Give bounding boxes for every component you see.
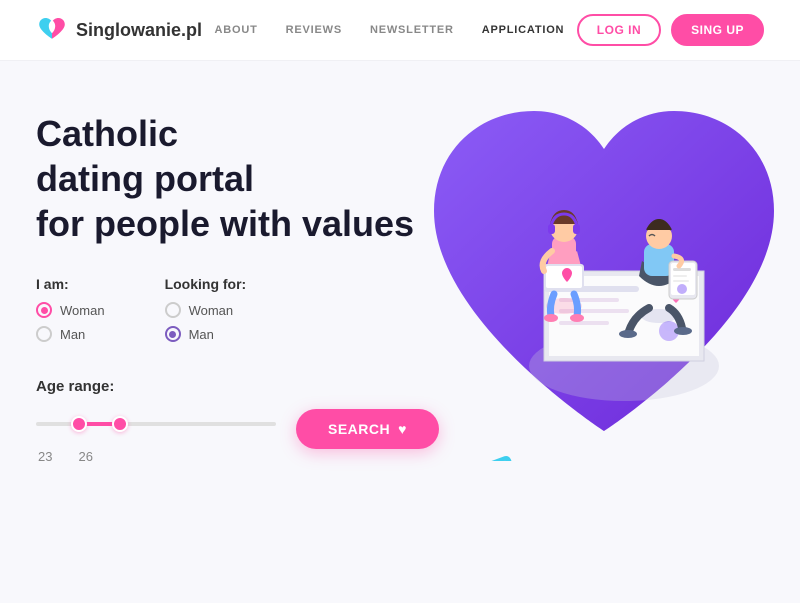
lookingfor-woman-label: Woman: [189, 303, 234, 318]
logo[interactable]: Singlowanie.pl: [36, 16, 202, 44]
hero-line2: dating portal: [36, 158, 254, 199]
age-max-value: 26: [78, 449, 92, 464]
illustration: [414, 91, 794, 461]
left-panel: Catholic dating portal for people with v…: [36, 101, 439, 603]
search-label: SEARCH: [328, 421, 390, 437]
preference-form: I am: Woman Man Looking for: Woman: [36, 276, 439, 350]
auth-buttons: LOG IN SING UP: [577, 14, 764, 46]
search-heart-icon: ♥: [398, 421, 407, 437]
iam-woman-label: Woman: [60, 303, 105, 318]
logo-icon: [36, 16, 68, 44]
nav-newsletter[interactable]: NEWSLETTER: [370, 24, 454, 36]
iam-man-radio[interactable]: [36, 326, 52, 342]
logo-text: Singlowanie.pl: [76, 20, 202, 41]
age-slider[interactable]: [36, 421, 276, 427]
hero-line1: Catholic: [36, 113, 178, 154]
lookingfor-man-label: Man: [189, 327, 214, 342]
lookingfor-woman-radio[interactable]: [165, 302, 181, 318]
slider-thumb-min[interactable]: [71, 416, 87, 432]
iam-woman-option[interactable]: Woman: [36, 302, 105, 318]
right-panel: [439, 101, 764, 603]
iam-man-option[interactable]: Man: [36, 326, 105, 342]
hero-title: Catholic dating portal for people with v…: [36, 111, 439, 246]
age-min-value: 23: [38, 449, 52, 464]
nav-reviews[interactable]: REVIEWS: [286, 24, 342, 36]
lookingfor-man-radio[interactable]: [165, 326, 181, 342]
iam-man-label: Man: [60, 327, 85, 342]
iam-group: I am: Woman Man: [36, 276, 105, 350]
age-range-label: Age range:: [36, 378, 439, 395]
lookingfor-woman-option[interactable]: Woman: [165, 302, 247, 318]
login-button[interactable]: LOG IN: [577, 14, 661, 46]
nav-application[interactable]: APPLICATION: [482, 24, 565, 36]
hero-line3: for people with values: [36, 203, 414, 244]
age-values: 23 26: [36, 449, 439, 464]
main-content: Catholic dating portal for people with v…: [0, 61, 800, 603]
iam-label: I am:: [36, 276, 105, 292]
slider-thumb-max[interactable]: [112, 416, 128, 432]
lookingfor-label: Looking for:: [165, 276, 247, 292]
age-range-section: Age range: SEARCH ♥ 23 26: [36, 378, 439, 464]
lookingfor-group: Looking for: Woman Man: [165, 276, 247, 350]
header: Singlowanie.pl ABOUT REVIEWS NEWSLETTER …: [0, 0, 800, 61]
signup-button[interactable]: SING UP: [671, 14, 764, 46]
main-nav: ABOUT REVIEWS NEWSLETTER APPLICATION: [215, 24, 565, 36]
iam-woman-radio[interactable]: [36, 302, 52, 318]
lookingfor-man-option[interactable]: Man: [165, 326, 247, 342]
nav-about[interactable]: ABOUT: [215, 24, 258, 36]
